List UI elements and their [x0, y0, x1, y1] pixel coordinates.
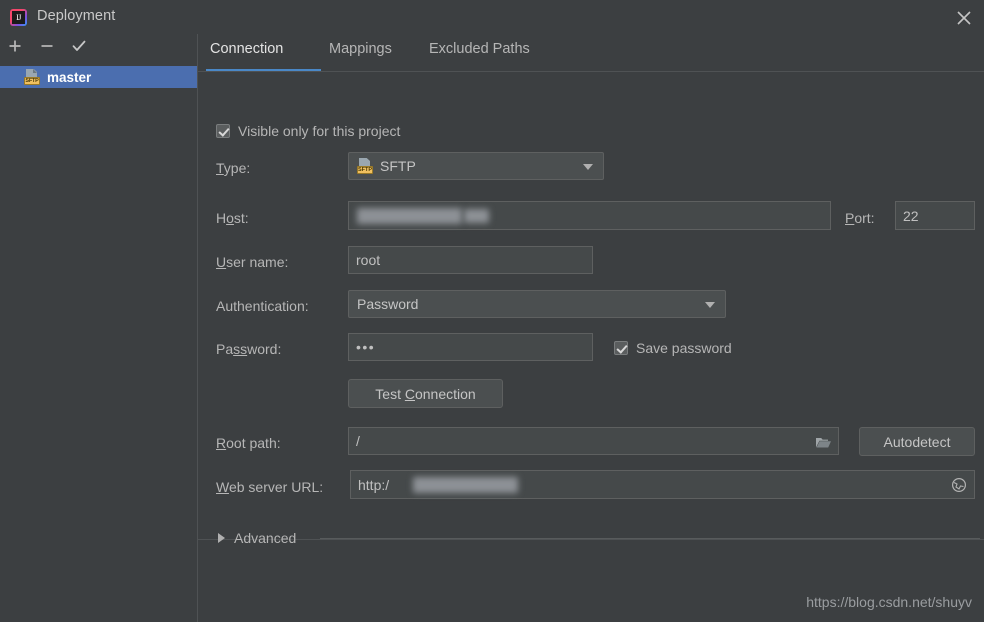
test-connection-button[interactable]: Test Connection: [348, 379, 503, 408]
tree-item-label: master: [47, 69, 92, 85]
authentication-value: Password: [357, 296, 419, 312]
root-path-label: Root path:: [216, 435, 281, 451]
sftp-type-icon: SFTP: [357, 158, 373, 174]
port-label: Port:: [845, 210, 875, 226]
chevron-down-icon: [583, 164, 593, 170]
host-input[interactable]: [348, 201, 831, 230]
sftp-badge-label: SFTP: [24, 77, 40, 85]
set-default-button[interactable]: [66, 38, 92, 62]
chevron-right-icon: [218, 533, 225, 543]
connection-settings-panel: Connection Mappings Excluded Paths Visib…: [198, 34, 984, 622]
advanced-toggle[interactable]: Advanced: [218, 530, 296, 546]
type-value: SFTP: [380, 158, 416, 174]
checkbox-box: [216, 124, 230, 138]
tab-mappings[interactable]: Mappings: [329, 41, 392, 57]
autodetect-button[interactable]: Autodetect: [859, 427, 975, 456]
password-input[interactable]: •••: [348, 333, 593, 361]
web-server-url-label: Web server URL:: [216, 479, 324, 495]
watermark: https://blog.csdn.net/shuyv: [806, 594, 972, 610]
port-value: 22: [903, 207, 919, 224]
remove-server-button[interactable]: [34, 38, 60, 62]
close-icon[interactable]: [952, 6, 976, 30]
host-label: Host:: [216, 210, 249, 226]
section-divider: [198, 539, 984, 540]
tab-connection[interactable]: Connection: [210, 41, 283, 57]
authentication-combo[interactable]: Password: [348, 290, 726, 318]
connection-form: Visible only for this project Type: SFTP…: [198, 72, 984, 622]
window-title: Deployment: [37, 8, 116, 24]
visible-only-label: Visible only for this project: [238, 123, 401, 139]
type-combo[interactable]: SFTP SFTP: [348, 152, 604, 180]
web-server-url-redaction: [413, 477, 518, 493]
host-redaction: [357, 208, 462, 224]
title-bar: Deployment: [0, 0, 984, 34]
visible-only-checkbox[interactable]: Visible only for this project: [216, 123, 400, 139]
authentication-label: Authentication:: [216, 298, 309, 314]
servers-toolbar: [0, 34, 197, 66]
username-label: User name:: [216, 254, 289, 270]
password-value: •••: [356, 339, 376, 355]
port-input[interactable]: 22: [895, 201, 975, 230]
sftp-server-icon: SFTP: [24, 69, 40, 85]
tab-excluded-paths[interactable]: Excluded Paths: [429, 41, 530, 57]
add-server-button[interactable]: [2, 38, 28, 62]
servers-panel: SFTP master: [0, 34, 198, 622]
advanced-label: Advanced: [234, 530, 297, 546]
username-value: root: [356, 252, 381, 268]
root-path-input[interactable]: /: [348, 427, 839, 455]
test-connection-label: Test Connection: [375, 385, 476, 402]
password-label: Password:: [216, 341, 282, 357]
root-path-value: /: [356, 433, 360, 449]
web-server-url-value: http:/: [358, 476, 390, 493]
save-password-checkbox[interactable]: Save password: [614, 340, 732, 356]
sftp-type-badge: SFTP: [357, 166, 373, 174]
settings-tabs: Connection Mappings Excluded Paths: [198, 34, 984, 72]
advanced-separator: [320, 538, 980, 539]
tree-item-master[interactable]: SFTP master: [0, 66, 197, 88]
type-label: Type:: [216, 160, 251, 176]
folder-icon[interactable]: [812, 432, 834, 452]
chevron-down-icon: [705, 302, 715, 308]
username-input[interactable]: root: [348, 246, 593, 274]
server-tree: SFTP master: [0, 66, 197, 88]
globe-icon[interactable]: [948, 475, 970, 495]
save-password-label: Save password: [636, 340, 732, 356]
host-redaction-2: [464, 209, 489, 223]
web-server-url-input[interactable]: http:/: [350, 470, 975, 499]
intellij-idea-icon: [10, 9, 27, 26]
checkbox-box: [614, 341, 628, 355]
